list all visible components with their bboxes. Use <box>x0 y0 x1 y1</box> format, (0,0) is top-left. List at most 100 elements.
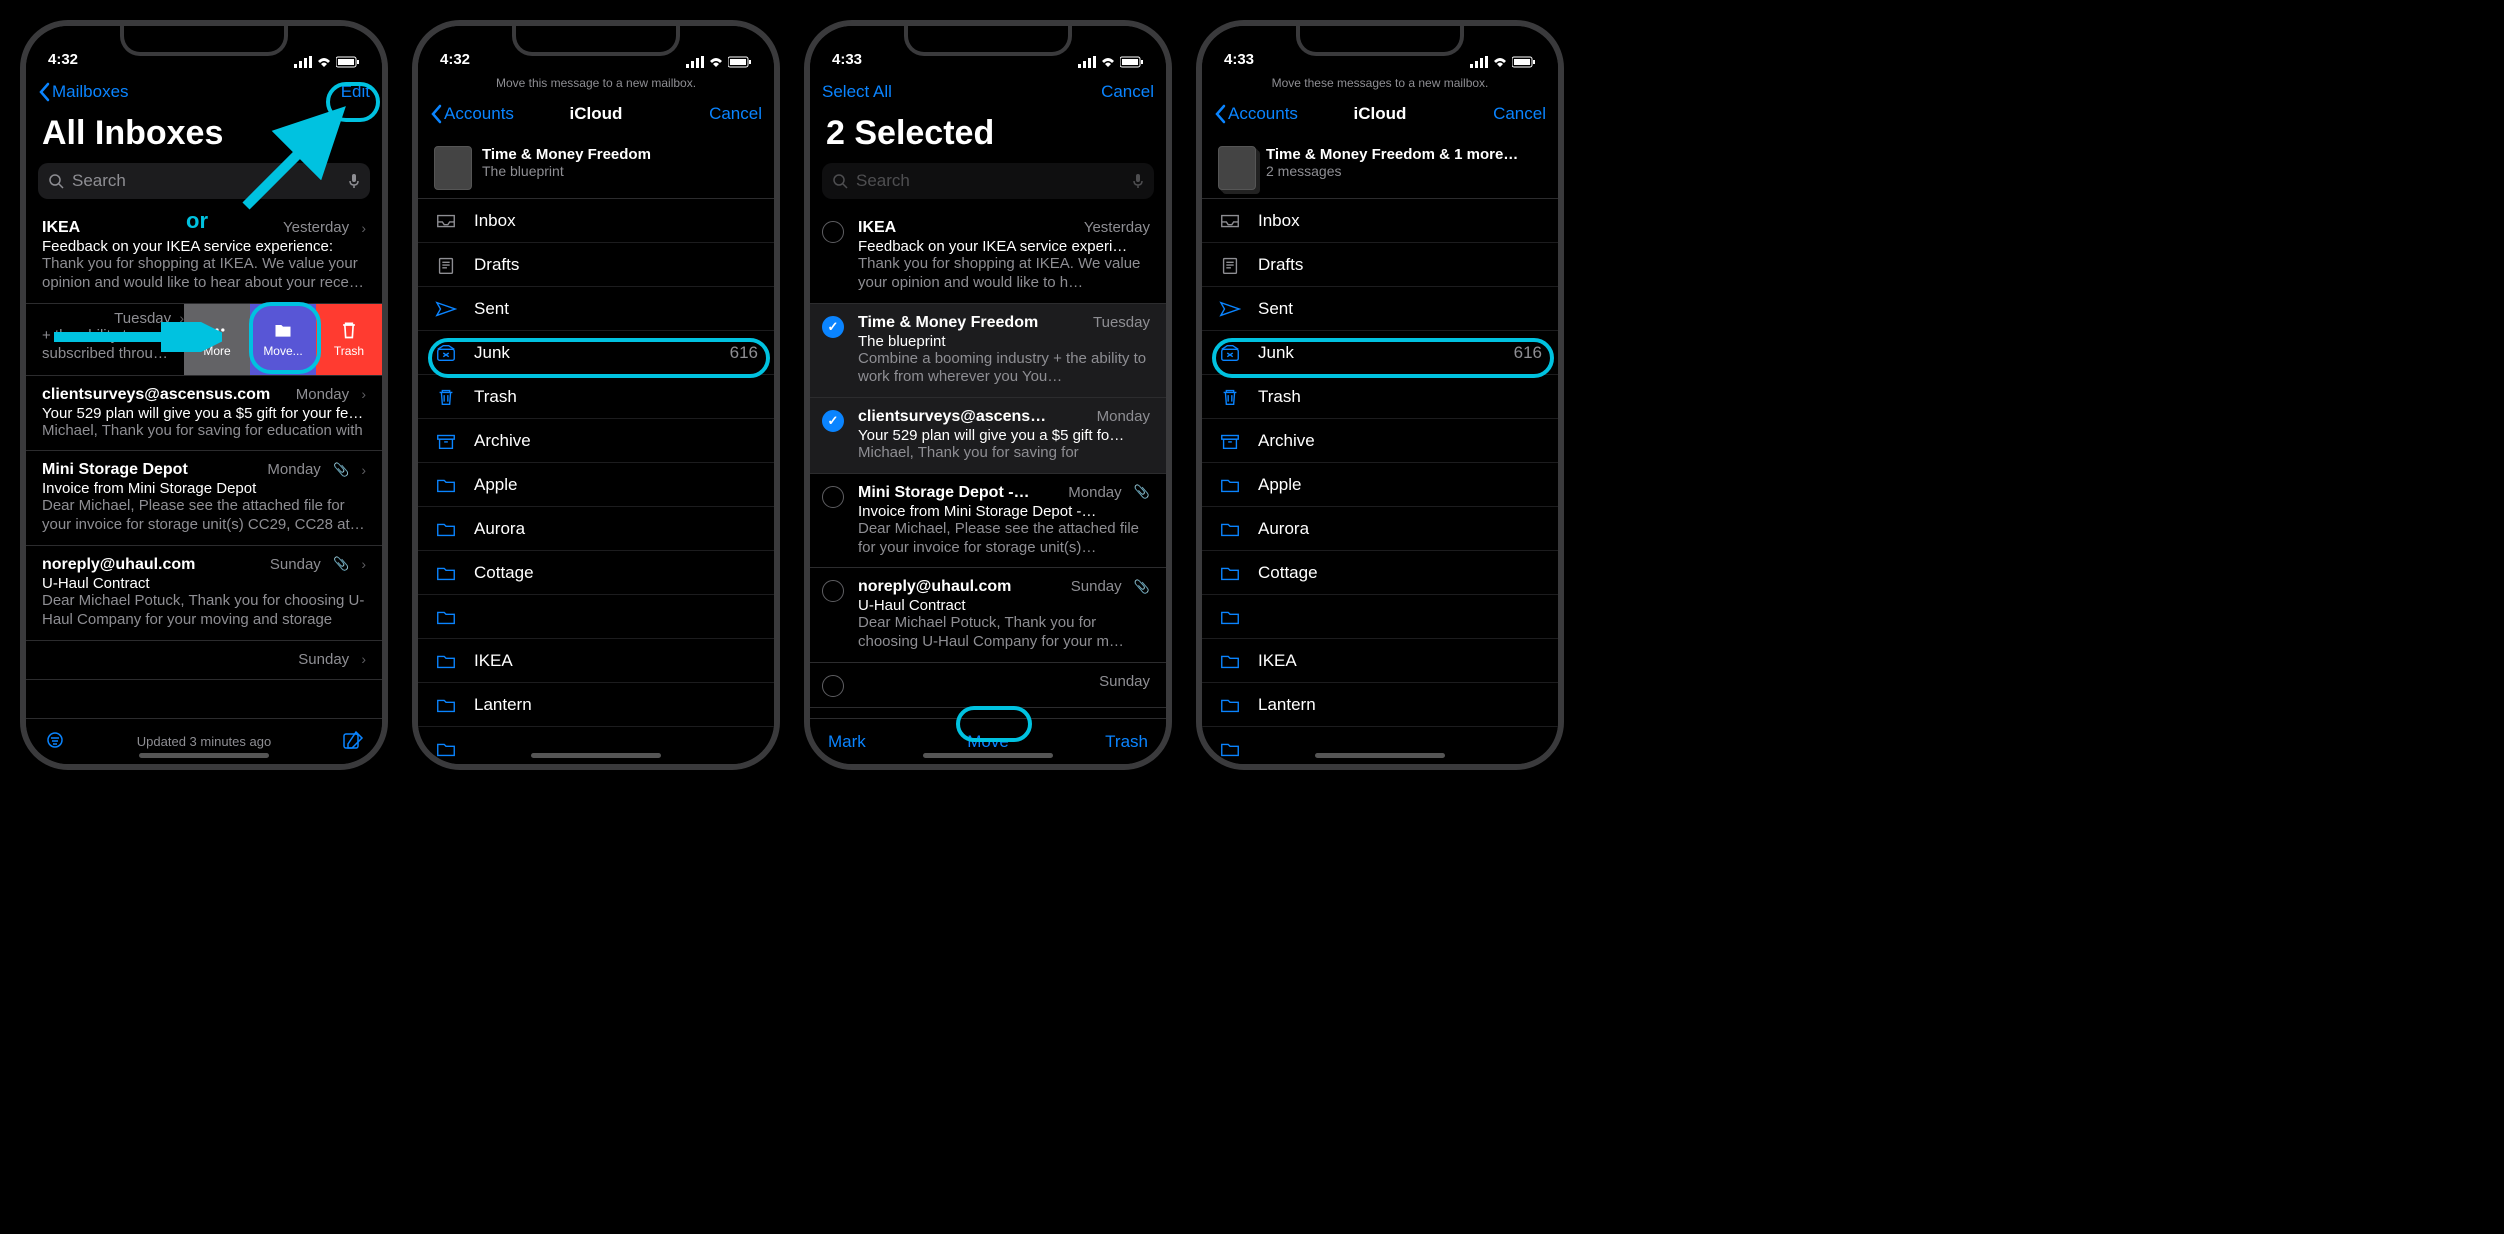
preview: Dear Michael, Please see the attached fi… <box>42 497 366 535</box>
cancel-button[interactable]: Cancel <box>1101 82 1154 102</box>
filter-button[interactable] <box>44 731 66 752</box>
clock: 4:33 <box>832 51 862 68</box>
select-radio[interactable] <box>822 410 844 432</box>
folder-icon <box>434 476 458 494</box>
mailbox-count: 616 <box>730 343 758 363</box>
list-item[interactable]: Time & Money Freedom Tuesday The bluepri… <box>810 304 1166 399</box>
list-item[interactable]: Mini Storage Depot -… Monday 📎 Invoice f… <box>810 474 1166 569</box>
message-thumb-icon <box>1218 146 1256 190</box>
mailbox-row[interactable]: Apple <box>1202 463 1558 507</box>
cancel-button[interactable]: Cancel <box>709 104 762 124</box>
home-indicator[interactable] <box>923 753 1053 758</box>
trash-button[interactable]: Trash <box>1105 732 1148 752</box>
mailbox-row[interactable]: Junk 616 <box>418 331 774 375</box>
swipe-trash-button[interactable]: Trash <box>316 304 382 375</box>
mailbox-row[interactable]: Sent <box>1202 287 1558 331</box>
mailbox-row[interactable]: IKEA <box>1202 639 1558 683</box>
mark-button[interactable]: Mark <box>828 732 866 752</box>
mailbox-row[interactable]: Drafts <box>1202 243 1558 287</box>
cancel-button[interactable]: Cancel <box>1493 104 1546 124</box>
inbox-icon <box>1218 212 1242 230</box>
mailbox-label: Archive <box>474 431 742 451</box>
mailbox-row[interactable]: Cottage <box>418 551 774 595</box>
mailbox-row[interactable]: Archive <box>1202 419 1558 463</box>
select-radio[interactable] <box>822 316 844 338</box>
statusbar: 4:32 <box>418 26 774 70</box>
back-accounts[interactable]: Accounts <box>1214 104 1298 124</box>
list-item[interactable]: IKEA Yesterday Feedback on your IKEA ser… <box>810 209 1166 304</box>
mailbox-row[interactable]: Sent <box>418 287 774 331</box>
home-indicator[interactable] <box>139 753 269 758</box>
select-all-button[interactable]: Select All <box>822 82 892 102</box>
select-radio[interactable] <box>822 580 844 602</box>
msg-title: Time & Money Freedom & 1 more… <box>1266 146 1518 163</box>
back-accounts[interactable]: Accounts <box>430 104 514 124</box>
date: Monday › <box>296 386 366 403</box>
back-mailboxes[interactable]: Mailboxes <box>38 82 129 102</box>
list-item[interactable]: noreply@uhaul.com Sunday 📎 › U-Haul Cont… <box>26 546 382 641</box>
select-radio[interactable] <box>822 486 844 508</box>
mailbox-row[interactable]: Trash <box>1202 375 1558 419</box>
mailbox-row[interactable]: IKEA <box>418 639 774 683</box>
mailbox-label: Inbox <box>1258 211 1526 231</box>
mailbox-label: Aurora <box>1258 519 1526 539</box>
subject: U-Haul Contract <box>858 597 1150 614</box>
swipe-move-button[interactable]: Move... <box>250 304 316 375</box>
list-item[interactable]: noreply@uhaul.com Sunday 📎 U-Haul Contra… <box>810 568 1166 663</box>
search-input <box>856 171 1124 191</box>
list-item[interactable]: Sunday › <box>26 641 382 680</box>
edit-button[interactable]: Edit <box>341 82 370 102</box>
select-radio[interactable] <box>822 675 844 697</box>
compose-button[interactable] <box>342 730 364 753</box>
mailbox-row[interactable] <box>1202 727 1558 764</box>
list-item[interactable]: Mini Storage Depot Monday 📎 › Invoice fr… <box>26 451 382 546</box>
mailbox-row[interactable]: Aurora <box>418 507 774 551</box>
mailbox-row[interactable] <box>418 727 774 764</box>
mailbox-row[interactable]: Apple <box>418 463 774 507</box>
mailbox-row[interactable] <box>418 595 774 639</box>
subject: U-Haul Contract <box>42 575 366 592</box>
subject: Invoice from Mini Storage Depot <box>42 480 366 497</box>
list-item[interactable]: clientsurveys@ascensus.com Monday › Your… <box>26 376 382 452</box>
trash-icon <box>434 388 458 406</box>
inbox-list: IKEA Yesterday › Feedback on your IKEA s… <box>26 209 382 680</box>
mailbox-row[interactable]: Inbox <box>1202 199 1558 243</box>
sender: noreply@uhaul.com <box>858 578 1011 596</box>
mailbox-row[interactable]: Lantern <box>1202 683 1558 727</box>
mailbox-row[interactable]: Cottage <box>1202 551 1558 595</box>
drafts-icon <box>434 256 458 274</box>
subject: Feedback on your IKEA service experience… <box>42 238 366 255</box>
mailbox-row[interactable]: Drafts <box>418 243 774 287</box>
date: Tuesday <box>1093 314 1150 331</box>
list-item[interactable]: Sunday <box>810 663 1166 708</box>
mailbox-row[interactable]: Lantern <box>418 683 774 727</box>
clock: 4:32 <box>440 51 470 68</box>
mailbox-label: Apple <box>1258 475 1526 495</box>
mailbox-row[interactable]: Trash <box>418 375 774 419</box>
select-radio[interactable] <box>822 221 844 243</box>
chevron-right-icon: › <box>361 220 366 236</box>
archive-icon <box>434 432 458 450</box>
home-indicator[interactable] <box>531 753 661 758</box>
attachment-icon: 📎 <box>333 462 349 478</box>
chevron-left-icon <box>430 104 442 124</box>
mailbox-label: Drafts <box>474 255 742 275</box>
mic-icon[interactable] <box>348 173 360 189</box>
navbar: Accounts iCloud Cancel <box>1202 92 1558 136</box>
preview: Michael, Thank you for saving for educat… <box>42 422 366 441</box>
drafts-icon <box>1218 256 1242 274</box>
message-preview: Time & Money Freedom & 1 more… 2 message… <box>1202 136 1558 199</box>
mailbox-row[interactable]: Junk 616 <box>1202 331 1558 375</box>
message-thumb-icon <box>434 146 472 190</box>
sender: Time & Money Freedom <box>858 314 1038 332</box>
list-item[interactable]: clientsurveys@ascens… Monday Your 529 pl… <box>810 398 1166 474</box>
home-indicator[interactable] <box>1315 753 1445 758</box>
mailbox-row[interactable] <box>1202 595 1558 639</box>
date: Sunday 📎 <box>1071 578 1150 595</box>
mailbox-row[interactable]: Archive <box>418 419 774 463</box>
folder-icon <box>434 564 458 582</box>
mailbox-row[interactable]: Inbox <box>418 199 774 243</box>
mailbox-label: Lantern <box>474 695 742 715</box>
mailbox-row[interactable]: Aurora <box>1202 507 1558 551</box>
move-button[interactable]: Move <box>967 732 1009 752</box>
